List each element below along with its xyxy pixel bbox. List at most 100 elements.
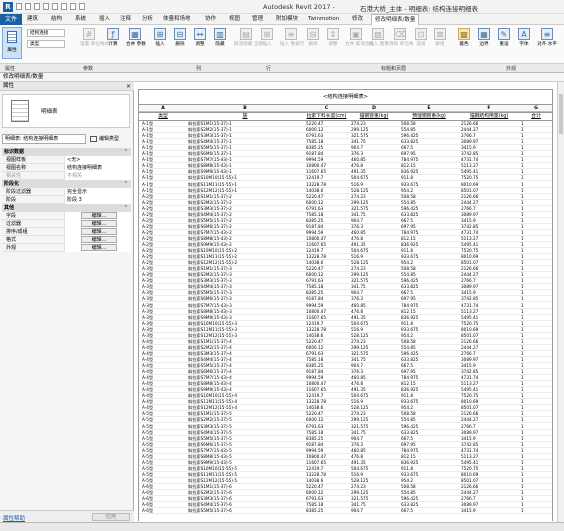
table-cell[interactable]: 9187.84 (306, 224, 347, 230)
table-cell[interactable]: 4731.74 (461, 157, 517, 163)
table-cell[interactable]: A-3型 (142, 278, 184, 284)
table-cell[interactable]: 3742.85 (461, 296, 517, 302)
table-cell[interactable]: 667.5 (401, 145, 457, 151)
type-selector-bottom[interactable]: 类型 (27, 40, 65, 48)
table-cell[interactable]: 4731.74 (461, 230, 517, 236)
table-cell[interactable]: 1 (521, 163, 551, 169)
align-horizontal-button[interactable]: ≡ 对齐 水平 (536, 28, 558, 58)
table-cell[interactable]: 斜拉索S8M8(15-43)-2 (188, 236, 302, 242)
table-cell[interactable]: 11607.65 (306, 460, 347, 466)
table-cell[interactable]: 460.85 (351, 448, 397, 454)
table-cell[interactable]: 6791.63 (306, 351, 347, 357)
table-cell[interactable]: 9187.84 (306, 296, 347, 302)
table-cell[interactable]: A-3型 (142, 309, 184, 315)
tab-architecture[interactable]: 建筑 (27, 14, 38, 25)
table-cell[interactable]: 904.7 (351, 290, 397, 296)
table-cell[interactable]: 10800.47 (306, 454, 347, 460)
edit-button[interactable]: 编辑... (81, 228, 117, 235)
table-cell[interactable]: 911.8 (401, 466, 457, 472)
table-cell[interactable]: 斜拉索S4M4(15-37)-6 (188, 502, 302, 508)
table-cell[interactable]: 554.85 (401, 345, 457, 351)
table-cell[interactable]: 2444.27 (461, 200, 517, 206)
table-cell[interactable]: 5113.27 (461, 381, 517, 387)
table-cell[interactable]: 斜拉索S8M8(15-43)-5 (188, 454, 302, 460)
table-cell[interactable]: 1 (521, 327, 551, 333)
table-cell[interactable]: 274.23 (351, 411, 397, 417)
table-row[interactable]: A-6型 斜拉索S5M5(15-37)-6 8385.25 904.7 667.5 341… (139, 508, 552, 515)
table-cell[interactable]: 3089.97 (461, 502, 517, 508)
table-cell[interactable]: 697.95 (401, 151, 457, 157)
table-cell[interactable]: 911.8 (401, 248, 457, 254)
table-cell[interactable]: 516.9 (351, 254, 397, 260)
table-cell[interactable]: 6791.63 (306, 496, 347, 502)
table-cell[interactable]: 斜拉索S5M5(15-37)-4 (188, 363, 302, 369)
table-cell[interactable]: A-2型 (142, 260, 184, 266)
table-cell[interactable]: 12419.7 (306, 321, 347, 327)
table-cell[interactable]: 1 (521, 315, 551, 321)
table-cell[interactable]: 斜拉索S1M1(15-37)-1 (188, 121, 302, 127)
table-cell[interactable]: 斜拉索S3M3(15-37)-1 (188, 133, 302, 139)
table-cell[interactable]: 1 (521, 448, 551, 454)
table-cell[interactable]: 904.7 (351, 218, 397, 224)
table-cell[interactable]: 8385.25 (306, 218, 347, 224)
table-cell[interactable]: 508.58 (401, 121, 457, 127)
table-cell[interactable]: 5220.47 (306, 339, 347, 345)
table-cell[interactable]: 14038.6 (306, 333, 347, 339)
table-cell[interactable]: 斜拉索S9M9(15-43)-3 (188, 315, 302, 321)
column-header[interactable]: 锚钢结构用量(kg) (460, 113, 518, 121)
table-cell[interactable]: 274.23 (351, 194, 397, 200)
table-cell[interactable]: 3089.97 (461, 284, 517, 290)
save-icon[interactable] (25, 3, 31, 10)
table-cell[interactable]: 9187.84 (306, 151, 347, 157)
table-cell[interactable]: 784.975 (401, 448, 457, 454)
table-cell[interactable]: 2126.66 (461, 266, 517, 272)
table-cell[interactable]: 斜拉索S3M3(15-37)-3 (188, 278, 302, 284)
table-cell[interactable]: 3415.9 (461, 363, 517, 369)
table-cell[interactable]: A-2型 (142, 254, 184, 260)
table-cell[interactable]: 1 (521, 321, 551, 327)
table-cell[interactable]: A-5型 (142, 436, 184, 442)
table-cell[interactable]: 斜拉索S10M10(15-55)-5 (188, 466, 302, 472)
table-cell[interactable]: 904.7 (351, 508, 397, 514)
table-cell[interactable]: 12419.7 (306, 175, 347, 181)
table-cell[interactable]: 5495.41 (461, 387, 517, 393)
table-cell[interactable]: 697.95 (401, 296, 457, 302)
table-cell[interactable]: A-5型 (142, 448, 184, 454)
table-cell[interactable]: 斜拉索S6M6(15-37)-4 (188, 369, 302, 375)
table-cell[interactable]: 341.75 (351, 430, 397, 436)
table-cell[interactable]: 2766.7 (461, 496, 517, 502)
table-cell[interactable]: 斜拉索S3M3(15-37)-5 (188, 424, 302, 430)
table-cell[interactable]: A-1型 (142, 145, 184, 151)
table-cell[interactable]: 954.2 (401, 188, 457, 194)
table-cell[interactable]: 504.675 (351, 248, 397, 254)
table-cell[interactable]: 1 (521, 484, 551, 490)
table-cell[interactable]: A-1型 (142, 157, 184, 163)
table-cell[interactable]: 596.425 (401, 278, 457, 284)
table-cell[interactable]: 299.125 (351, 417, 397, 423)
table-cell[interactable]: 2444.27 (461, 127, 517, 133)
table-cell[interactable]: A-5型 (142, 417, 184, 423)
table-cell[interactable]: 460.85 (351, 375, 397, 381)
table-cell[interactable]: A-3型 (142, 327, 184, 333)
table-cell[interactable]: 1 (521, 303, 551, 309)
table-cell[interactable]: 321.575 (351, 496, 397, 502)
table-cell[interactable]: 2766.7 (461, 424, 517, 430)
table-cell[interactable]: 9994.59 (306, 230, 347, 236)
table-cell[interactable]: 8385.25 (306, 363, 347, 369)
table-cell[interactable]: 274.23 (351, 484, 397, 490)
table-cell[interactable]: 508.58 (401, 194, 457, 200)
table-cell[interactable]: 斜拉索S11M11(15-55)-5 (188, 472, 302, 478)
table-cell[interactable]: 1 (521, 387, 551, 393)
property-value[interactable]: 结构连接明细表 (64, 164, 131, 172)
table-cell[interactable]: 460.85 (351, 230, 397, 236)
table-cell[interactable]: 633.825 (401, 139, 457, 145)
table-cell[interactable]: 8385.25 (306, 145, 347, 151)
table-cell[interactable]: 1 (521, 218, 551, 224)
collapse-icon[interactable]: ⌃ (124, 148, 128, 156)
table-cell[interactable]: 2766.7 (461, 133, 517, 139)
table-cell[interactable]: 斜拉索S7M7(15-43)-4 (188, 375, 302, 381)
table-cell[interactable]: 812.15 (401, 454, 457, 460)
table-cell[interactable]: 斜拉索S6M6(15-37)-2 (188, 224, 302, 230)
table-cell[interactable]: A-3型 (142, 284, 184, 290)
table-cell[interactable]: 528.125 (351, 188, 397, 194)
